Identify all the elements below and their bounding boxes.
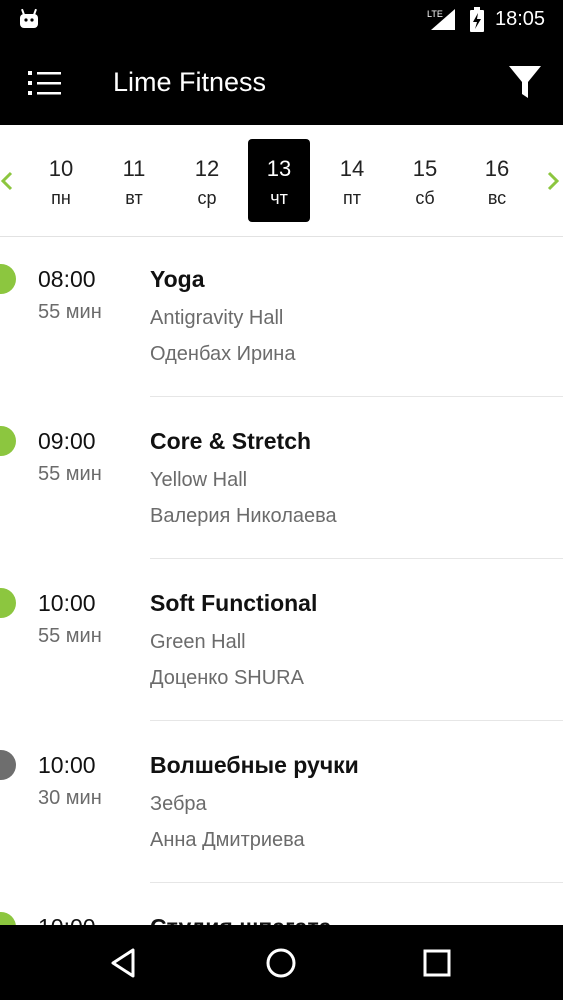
day-number: 11 [122, 156, 146, 181]
recents-icon[interactable] [419, 945, 455, 981]
day-tab[interactable]: 14 пт [321, 139, 383, 222]
class-row[interactable]: 08:00 55 мин Yoga Antigravity Hall Оденбах И… [0, 238, 563, 400]
class-time: 09:00 [38, 428, 96, 454]
status-dot [0, 588, 16, 618]
filter-icon[interactable] [508, 64, 542, 100]
status-clock: 18:05 [495, 8, 546, 30]
day-weekday: чт [270, 188, 288, 208]
android-notification-icon [20, 8, 38, 28]
chevron-right-icon[interactable] [544, 169, 560, 193]
day-weekday: вт [125, 188, 143, 208]
day-selector: 10 пн 11 вт 12 ср 13 чт 14 пт 15 сб 16 вс [0, 125, 563, 237]
day-tab[interactable]: 13 чт [248, 139, 310, 222]
class-row[interactable]: 10:00 55 мин Soft Functional Green Hall Доце… [0, 562, 563, 724]
status-dot [0, 264, 16, 294]
class-hall: Antigravity Hall [150, 307, 284, 329]
class-row[interactable]: 09:00 55 мин Core & Stretch Yellow Hall Вале… [0, 400, 563, 562]
day-weekday: вс [487, 188, 507, 208]
class-hall: Yellow Hall [150, 469, 248, 491]
day-number: 15 [412, 156, 438, 181]
day-tab[interactable]: 10 пн [30, 139, 92, 222]
app-bar: Lime Fitness [0, 40, 563, 125]
class-hall: Зебра [150, 793, 207, 815]
status-dot [0, 750, 16, 780]
class-time: 10:00 [38, 914, 96, 925]
class-duration: 30 мин [38, 787, 102, 809]
class-duration: 55 мин [38, 625, 102, 647]
day-number: 12 [194, 156, 220, 181]
status-bar: LTE 18:05 [0, 0, 563, 40]
day-number: 16 [484, 156, 510, 181]
day-number: 14 [339, 156, 365, 181]
svg-text:LTE: LTE [427, 9, 443, 19]
class-name: Волшебные ручки [150, 752, 359, 778]
class-time: 10:00 [38, 752, 96, 778]
class-row[interactable]: 10:00 Студия шпагата [0, 886, 563, 925]
class-time: 08:00 [38, 266, 96, 292]
class-trainer: Анна Дмитриева [150, 829, 305, 851]
lte-signal-icon: LTE [427, 9, 455, 30]
list-menu-icon[interactable] [28, 68, 62, 98]
day-weekday: пт [343, 188, 361, 208]
day-weekday: сб [415, 188, 435, 208]
page-title: Lime Fitness [113, 67, 267, 97]
system-nav-bar [0, 925, 563, 1000]
status-dot [0, 912, 16, 925]
day-tab[interactable]: 15 сб [394, 139, 456, 222]
class-name: Студия шпагата [150, 914, 332, 925]
class-row[interactable]: 10:00 30 мин Волшебные ручки Зебра Анна Дмит… [0, 724, 563, 886]
chevron-left-icon[interactable] [0, 169, 16, 193]
divider [150, 558, 563, 559]
day-tab[interactable]: 12 ср [176, 139, 238, 222]
class-duration: 55 мин [38, 463, 102, 485]
divider [150, 882, 563, 883]
class-trainer: Оденбах Ирина [150, 343, 296, 365]
class-name: Soft Functional [150, 590, 318, 616]
home-icon[interactable] [263, 945, 299, 981]
day-number: 13 [266, 156, 292, 181]
class-trainer: Доценко SHURA [150, 667, 304, 689]
divider [150, 396, 563, 397]
battery-charging-icon [470, 7, 484, 32]
day-weekday: пн [51, 188, 71, 208]
class-name: Yoga [150, 266, 205, 292]
class-time: 10:00 [38, 590, 96, 616]
day-tab[interactable]: 16 вс [466, 139, 528, 222]
day-number: 10 [48, 156, 74, 181]
day-tab[interactable]: 11 вт [103, 139, 165, 222]
back-icon[interactable] [107, 945, 143, 981]
class-duration: 55 мин [38, 301, 102, 323]
class-schedule-list: 08:00 55 мин Yoga Antigravity Hall Оденбах И… [0, 238, 563, 925]
divider [150, 720, 563, 721]
class-trainer: Валерия Николаева [150, 505, 337, 527]
class-name: Core & Stretch [150, 428, 312, 454]
class-hall: Green Hall [150, 631, 246, 653]
day-weekday: ср [197, 188, 217, 208]
status-dot [0, 426, 16, 456]
